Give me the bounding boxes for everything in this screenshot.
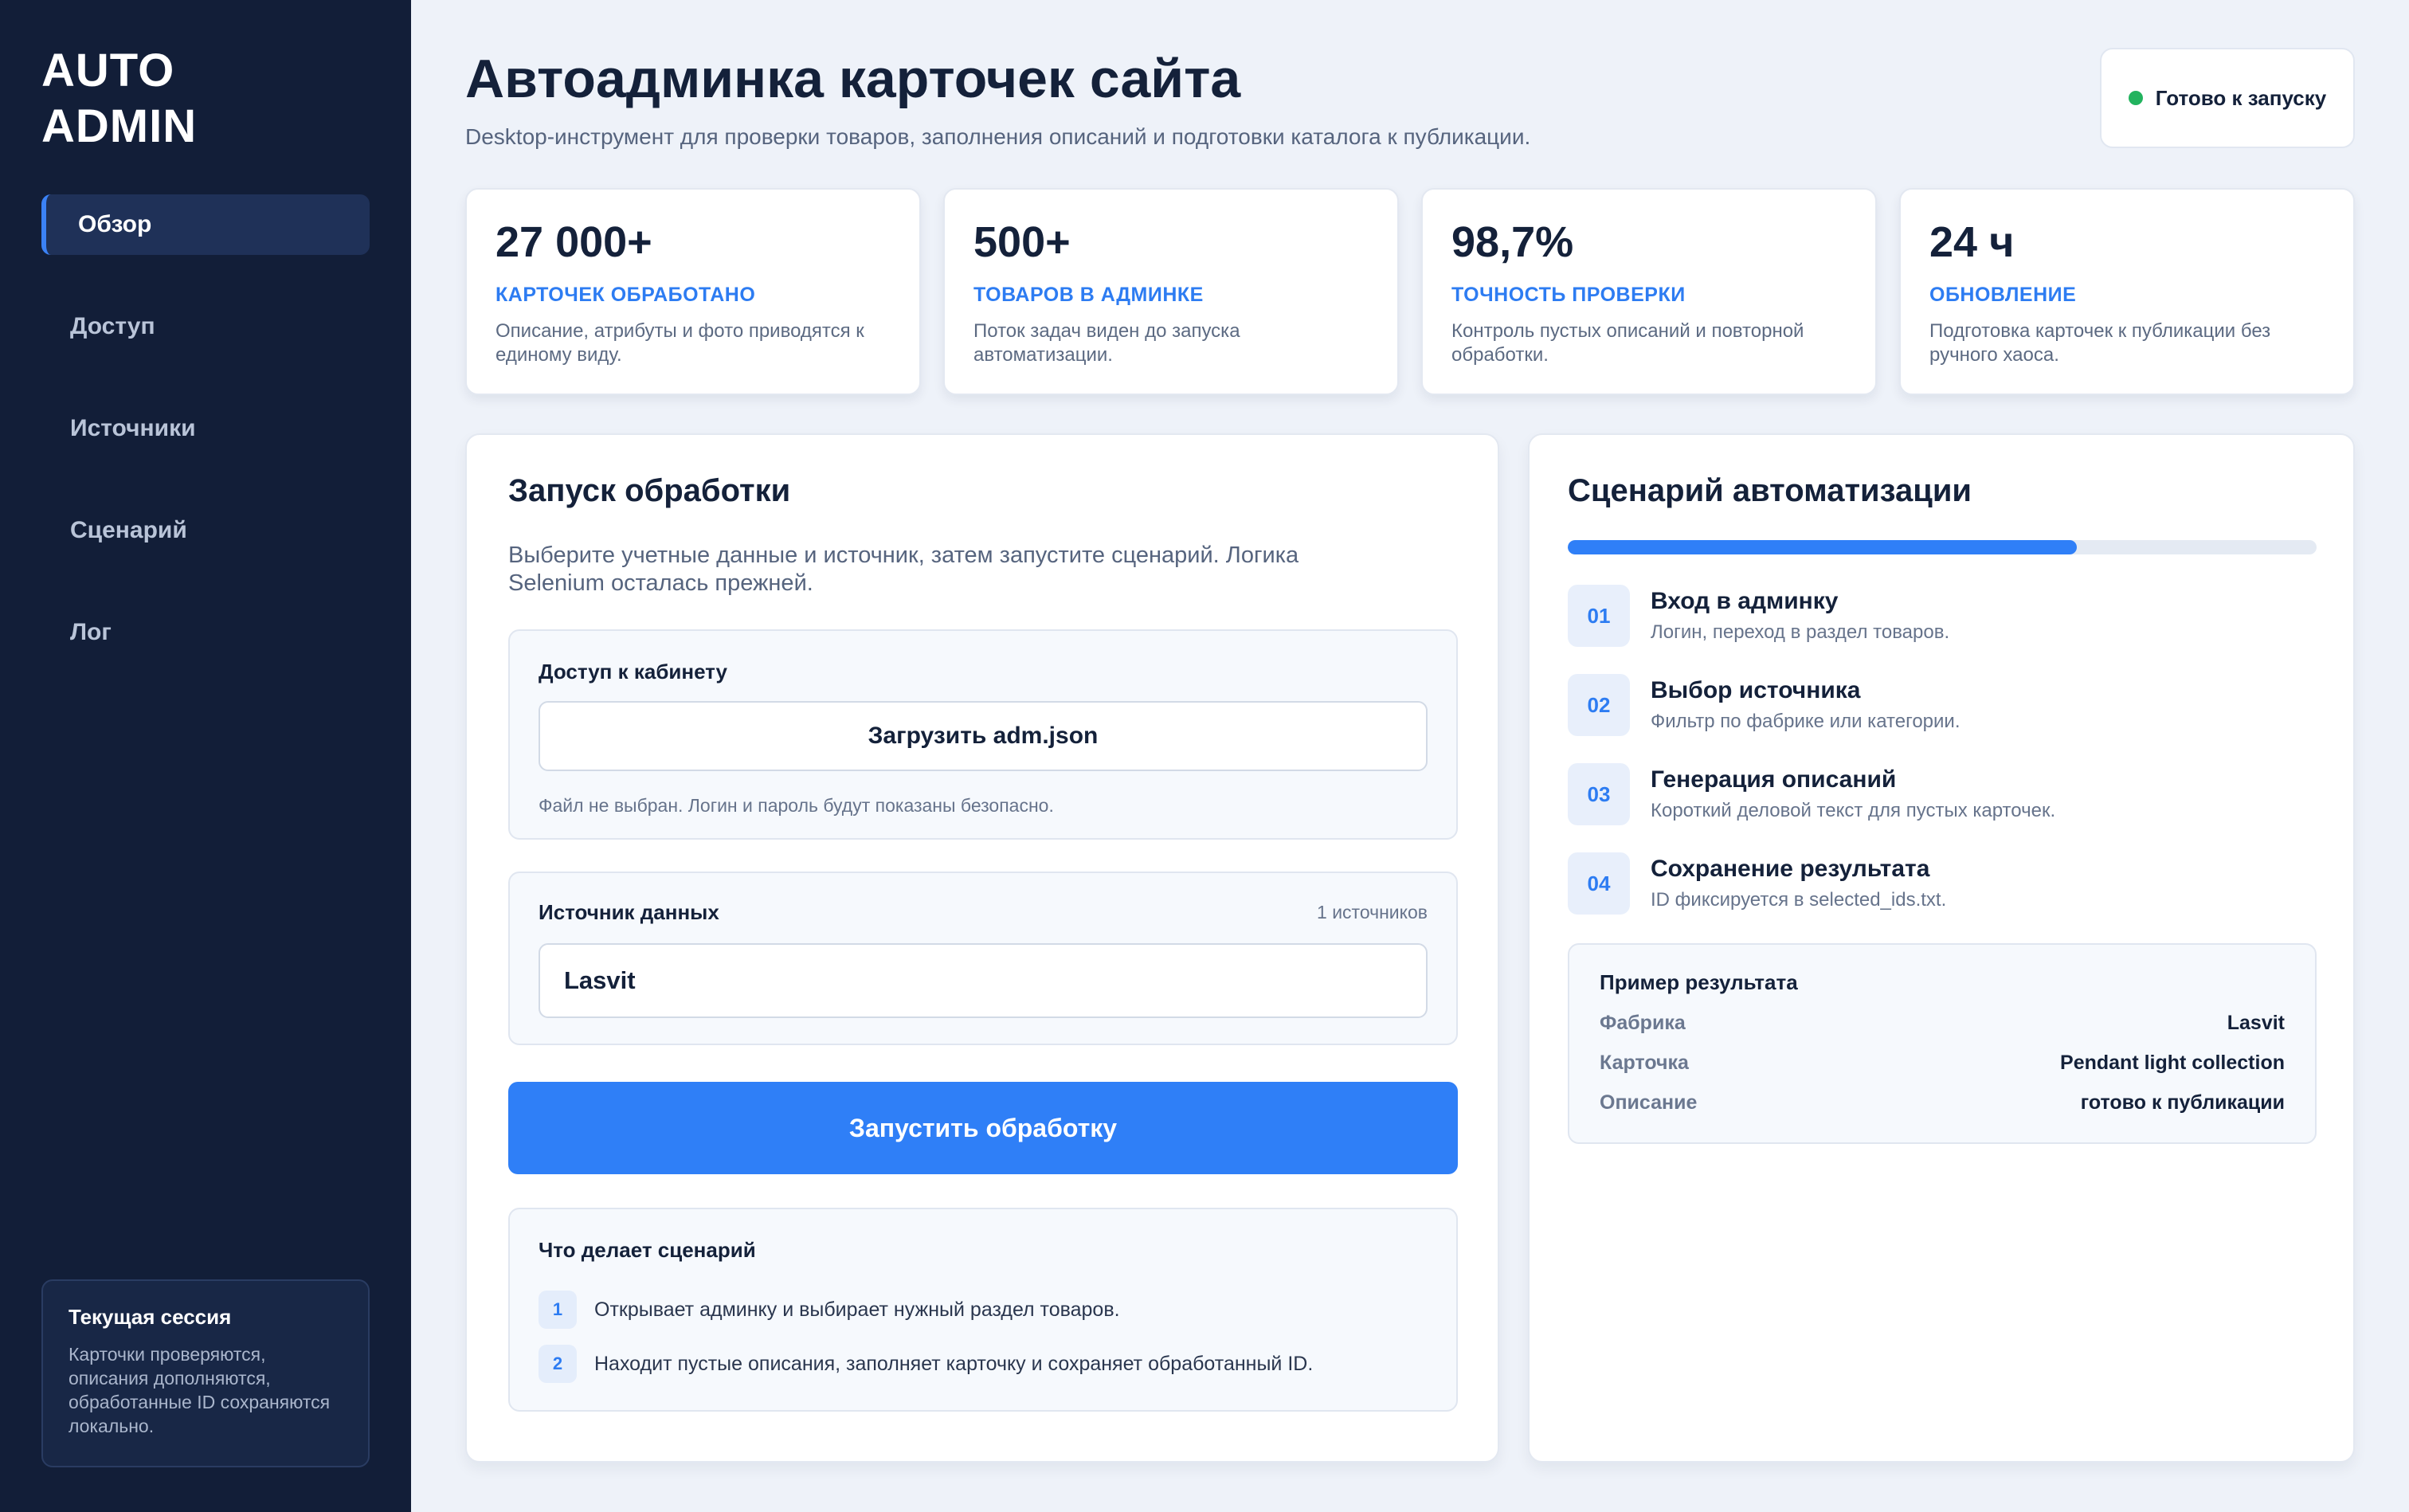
example-value: Lasvit bbox=[2227, 1012, 2285, 1034]
stat-card-products: 500+ ТОВАРОВ В АДМИНКЕ Поток задач виден… bbox=[943, 188, 1399, 395]
app-logo: AUTO ADMIN bbox=[41, 43, 360, 155]
example-result-box: Пример результата Фабрика Lasvit Карточк… bbox=[1568, 943, 2317, 1144]
scenario-step-number: 02 bbox=[1568, 674, 1630, 736]
scenario-step-number: 04 bbox=[1568, 852, 1630, 915]
stat-label: ТОВАРОВ В АДМИНКЕ bbox=[973, 284, 1204, 306]
scenario-step-desc: Логин, переход в раздел товаров. bbox=[1651, 621, 1950, 643]
run-processing-button[interactable]: Запустить обработку bbox=[508, 1082, 1458, 1174]
example-row: Фабрика Lasvit bbox=[1600, 1012, 2285, 1039]
example-value: Pendant light collection bbox=[2060, 1052, 2285, 1074]
example-row: Карточка Pendant light collection bbox=[1600, 1052, 2285, 1079]
status-text: Готово к запуску bbox=[2155, 85, 2327, 110]
status-badge: Готово к запуску bbox=[2100, 48, 2355, 148]
stat-value: 27 000+ bbox=[496, 218, 652, 266]
source-input[interactable] bbox=[539, 943, 1428, 1018]
step-number: 2 bbox=[539, 1345, 577, 1383]
stat-label: КАРТОЧЕК ОБРАБОТАНО bbox=[496, 284, 756, 306]
example-key: Карточка bbox=[1600, 1052, 1689, 1074]
logo-line-2: ADMIN bbox=[41, 100, 198, 152]
step-number: 1 bbox=[539, 1291, 577, 1329]
status-dot-icon bbox=[2128, 91, 2143, 105]
session-title: Текущая сессия bbox=[69, 1305, 232, 1329]
page-title: Автоадминка карточек сайта bbox=[465, 49, 1241, 109]
scenario-step-title: Сохранение результата bbox=[1651, 856, 1930, 882]
scenario-step: 01 Вход в админку Логин, переход в разде… bbox=[1568, 585, 2317, 648]
scenario-title: Сценарий автоматизации bbox=[1568, 473, 1972, 508]
stat-desc: Контроль пустых описаний и повторной обр… bbox=[1451, 320, 1804, 366]
stat-value: 98,7% bbox=[1451, 218, 1574, 266]
example-key: Фабрика bbox=[1600, 1012, 1686, 1034]
stat-desc: Поток задач виден до запуска автоматизац… bbox=[973, 320, 1240, 366]
scenario-step-title: Вход в админку bbox=[1651, 588, 1839, 614]
sidebar-item-sources[interactable]: Источники bbox=[41, 398, 370, 459]
scenario-step-title: Выбор источника bbox=[1651, 677, 1861, 703]
sidebar-item-scenario[interactable]: Сценарий bbox=[41, 500, 370, 561]
scenario-panel: Сценарий автоматизации 01 Вход в админку… bbox=[1528, 433, 2355, 1463]
source-label: Источник данных bbox=[539, 900, 719, 924]
upload-adm-json-button[interactable]: Загрузить adm.json bbox=[539, 701, 1428, 771]
stat-value: 24 ч bbox=[1929, 218, 2015, 266]
sidebar-item-label: Обзор bbox=[78, 211, 152, 237]
example-key: Описание bbox=[1600, 1091, 1698, 1114]
sidebar: AUTO ADMIN Обзор Доступ Источники Сценар… bbox=[0, 0, 411, 1512]
stat-desc: Подготовка карточек к публикации без руч… bbox=[1929, 320, 2271, 366]
example-value: готово к публикации bbox=[2080, 1091, 2285, 1114]
stat-label: ОБНОВЛЕНИЕ bbox=[1929, 284, 2077, 306]
scenario-step-desc: Короткий деловой текст для пустых карточ… bbox=[1651, 800, 2056, 821]
scenario-step-desc: ID фиксируется в selected_ids.txt. bbox=[1651, 889, 1947, 911]
scenario-progress-bar bbox=[1568, 540, 2317, 554]
sidebar-item-label: Лог bbox=[70, 619, 112, 645]
logo-line-1: AUTO bbox=[41, 45, 175, 96]
scenario-step-number: 03 bbox=[1568, 763, 1630, 825]
scenario-step: 03 Генерация описаний Короткий деловой т… bbox=[1568, 763, 2317, 827]
scenario-step-title: Генерация описаний bbox=[1651, 766, 1897, 793]
step-text: Находит пустые описания, заполняет карто… bbox=[594, 1352, 1314, 1375]
stat-value: 500+ bbox=[973, 218, 1071, 266]
list-item: 1 Открывает админку и выбирает нужный ра… bbox=[539, 1291, 1120, 1329]
what-it-does-title: Что делает сценарий bbox=[539, 1238, 756, 1262]
scenario-progress-fill bbox=[1568, 540, 2078, 554]
session-text: Карточки проверяются, описания дополняют… bbox=[69, 1344, 331, 1436]
sidebar-item-label: Сценарий bbox=[70, 517, 187, 543]
sidebar-item-access[interactable]: Доступ bbox=[41, 296, 370, 357]
sidebar-item-overview[interactable]: Обзор bbox=[41, 194, 370, 255]
what-it-does-box: Что делает сценарий 1 Открывает админку … bbox=[508, 1208, 1458, 1412]
session-card: Текущая сессия Карточки проверяются, опи… bbox=[41, 1279, 370, 1467]
sidebar-item-label: Доступ bbox=[70, 313, 155, 339]
list-item: 2 Находит пустые описания, заполняет кар… bbox=[539, 1345, 1313, 1383]
sidebar-item-log[interactable]: Лог bbox=[41, 602, 370, 663]
stat-desc: Описание, атрибуты и фото приводятся к е… bbox=[496, 320, 864, 366]
stat-label: ТОЧНОСТЬ ПРОВЕРКИ bbox=[1451, 284, 1686, 306]
sidebar-item-label: Источники bbox=[70, 415, 196, 441]
stat-card-update: 24 ч ОБНОВЛЕНИЕ Подготовка карточек к пу… bbox=[1899, 188, 2355, 395]
source-box: Источник данных 1 источников bbox=[508, 872, 1458, 1045]
stat-card-accuracy: 98,7% ТОЧНОСТЬ ПРОВЕРКИ Контроль пустых … bbox=[1421, 188, 1877, 395]
launch-panel: Запуск обработки Выберите учетные данные… bbox=[465, 433, 1499, 1463]
launch-title: Запуск обработки bbox=[508, 473, 791, 508]
access-box: Доступ к кабинету Загрузить adm.json Фай… bbox=[508, 629, 1458, 840]
step-text: Открывает админку и выбирает нужный разд… bbox=[594, 1298, 1120, 1321]
example-title: Пример результата bbox=[1600, 970, 1798, 994]
scenario-step-desc: Фильтр по фабрике или категории. bbox=[1651, 711, 1960, 732]
scenario-step-number: 01 bbox=[1568, 585, 1630, 647]
upload-hint: Файл не выбран. Логин и пароль будут пок… bbox=[539, 795, 1054, 816]
example-row: Описание готово к публикации bbox=[1600, 1091, 2285, 1118]
scenario-step: 04 Сохранение результата ID фиксируется … bbox=[1568, 852, 2317, 916]
stat-card-processed: 27 000+ КАРТОЧЕК ОБРАБОТАНО Описание, ат… bbox=[465, 188, 921, 395]
launch-description: Выберите учетные данные и источник, зате… bbox=[508, 543, 1299, 596]
page-subtitle: Desktop-инструмент для проверки товаров,… bbox=[465, 124, 1531, 149]
scenario-step: 02 Выбор источника Фильтр по фабрике или… bbox=[1568, 674, 2317, 738]
source-count: 1 источников bbox=[1317, 902, 1428, 922]
access-label: Доступ к кабинету bbox=[539, 660, 728, 684]
